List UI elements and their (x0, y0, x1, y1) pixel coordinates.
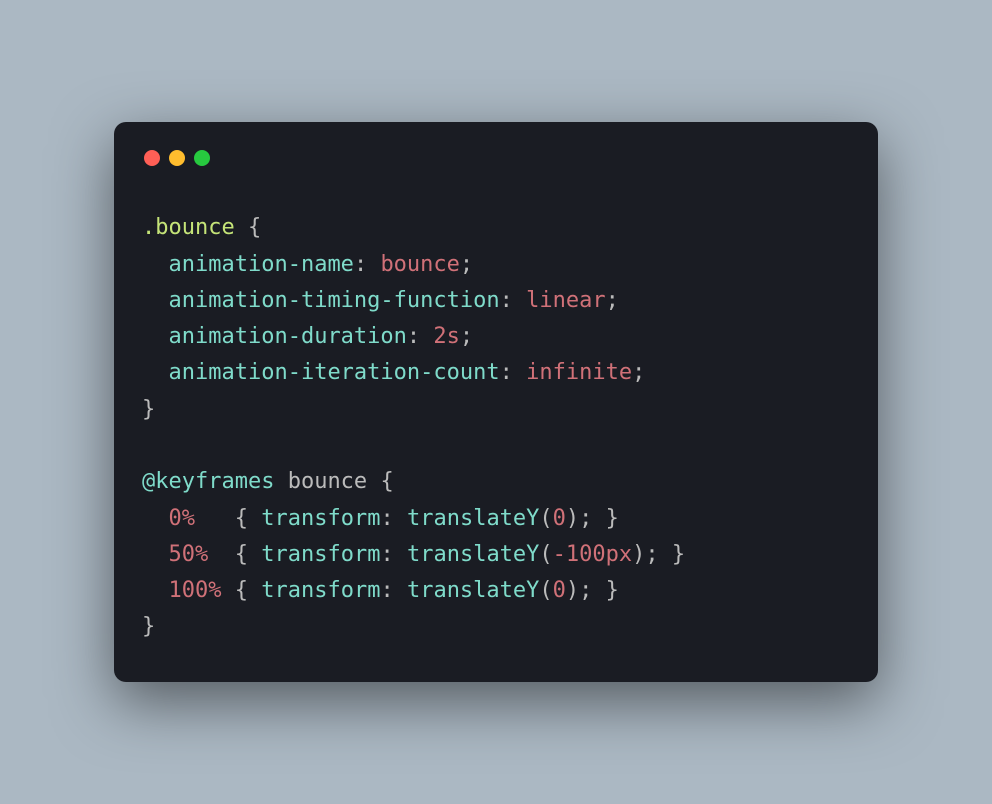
code-value: linear (526, 288, 605, 313)
code-colon: : (380, 542, 393, 567)
code-prop: animation-timing-function (169, 288, 500, 313)
code-arg: 0 (553, 506, 566, 531)
code-close-paren: ) (566, 578, 579, 603)
code-space (367, 469, 380, 494)
code-close-brace: } (606, 506, 619, 531)
code-open-brace: { (235, 542, 248, 567)
code-open-paren: ( (539, 542, 552, 567)
code-keyframe-name: bounce (288, 469, 367, 494)
code-colon: : (407, 324, 420, 349)
code-percent: 50% (169, 542, 209, 567)
traffic-lights (144, 150, 850, 166)
code-func: translateY (407, 578, 539, 603)
code-semicolon: ; (632, 360, 645, 385)
code-space (513, 360, 526, 385)
code-selector: .bounce (142, 215, 235, 240)
code-semicolon: ; (645, 542, 658, 567)
code-open-brace: { (248, 215, 261, 240)
code-prop: transform (261, 542, 380, 567)
code-close-paren: ) (632, 542, 645, 567)
code-percent: 100% (169, 578, 222, 603)
code-space (367, 252, 380, 277)
code-semicolon: ; (606, 288, 619, 313)
maximize-icon[interactable] (194, 150, 210, 166)
code-space (394, 542, 407, 567)
code-value: bounce (380, 252, 459, 277)
code-close-paren: ) (566, 506, 579, 531)
code-open-brace: { (235, 578, 248, 603)
code-func: translateY (407, 506, 539, 531)
code-semicolon: ; (460, 324, 473, 349)
code-close-brace: } (606, 578, 619, 603)
code-colon: : (500, 360, 513, 385)
code-percent: 0% (169, 506, 196, 531)
code-space (222, 542, 235, 567)
code-colon: : (380, 578, 393, 603)
code-atrule: @keyframes (142, 469, 274, 494)
close-icon[interactable] (144, 150, 160, 166)
code-semicolon: ; (579, 506, 592, 531)
code-space (513, 288, 526, 313)
code-value: 2s (433, 324, 460, 349)
code-space (592, 578, 605, 603)
code-space (235, 215, 248, 240)
code-semicolon: ; (579, 578, 592, 603)
code-open-brace: { (380, 469, 393, 494)
code-space (222, 506, 235, 531)
code-colon: : (500, 288, 513, 313)
code-space (420, 324, 433, 349)
code-close-brace: } (142, 397, 155, 422)
code-arg: 0 (553, 578, 566, 603)
code-space (659, 542, 672, 567)
code-prop: animation-duration (169, 324, 407, 349)
minimize-icon[interactable] (169, 150, 185, 166)
code-space (394, 506, 407, 531)
code-value: infinite (526, 360, 632, 385)
code-close-brace: } (672, 542, 685, 567)
code-open-paren: ( (539, 506, 552, 531)
code-block: .bounce { animation-name: bounce; animat… (142, 210, 850, 646)
code-space (592, 506, 605, 531)
code-colon: : (380, 506, 393, 531)
code-space (248, 542, 261, 567)
code-prop: transform (261, 506, 380, 531)
code-func: translateY (407, 542, 539, 567)
code-space (248, 506, 261, 531)
code-open-brace: { (235, 506, 248, 531)
code-pad (208, 542, 221, 567)
code-space (274, 469, 287, 494)
code-arg: -100px (553, 542, 632, 567)
code-space (221, 578, 234, 603)
code-window: .bounce { animation-name: bounce; animat… (114, 122, 878, 682)
code-pad (195, 506, 222, 531)
code-prop: transform (261, 578, 380, 603)
code-space (394, 578, 407, 603)
code-space (248, 578, 261, 603)
code-close-brace: } (142, 614, 155, 639)
code-colon: : (354, 252, 367, 277)
code-prop: animation-iteration-count (169, 360, 500, 385)
code-open-paren: ( (539, 578, 552, 603)
code-semicolon: ; (460, 252, 473, 277)
code-prop: animation-name (169, 252, 354, 277)
